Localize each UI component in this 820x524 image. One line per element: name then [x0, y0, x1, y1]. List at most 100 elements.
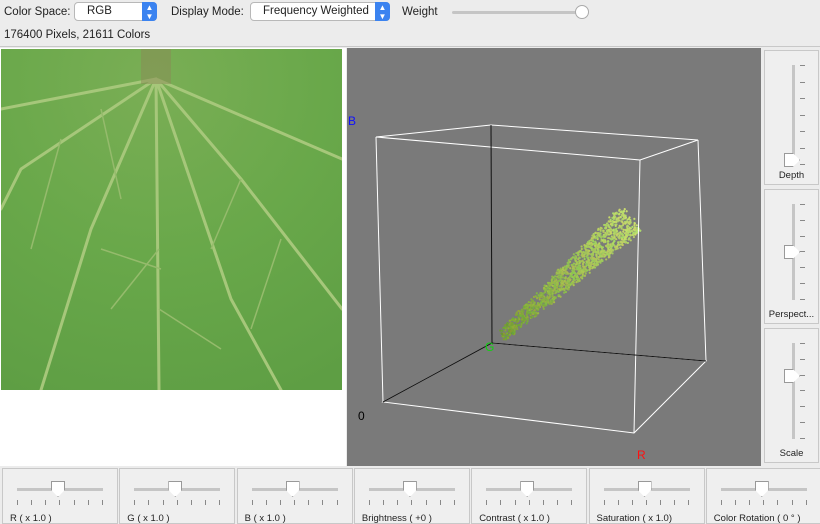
color-point — [542, 292, 545, 295]
color-point — [588, 242, 591, 245]
depth-slider-thumb[interactable] — [784, 153, 800, 167]
slider-ticks — [17, 500, 103, 505]
color-point — [633, 217, 636, 220]
color-point — [528, 312, 532, 315]
color-point — [628, 222, 631, 226]
color-cloud-plot[interactable]: B G R 0 — [347, 48, 761, 466]
perspective-slider-panel: Perspect... — [764, 189, 819, 324]
color-point — [569, 278, 572, 281]
color-point — [502, 335, 505, 338]
color-point — [611, 237, 614, 240]
contrast-slider-panel: Contrast ( x 1.0 ) — [471, 468, 588, 524]
weight-slider-knob[interactable] — [575, 5, 589, 19]
color-point — [599, 226, 603, 230]
color-rotation-slider-thumb[interactable] — [754, 481, 769, 497]
color-point — [530, 300, 534, 303]
color-point — [560, 283, 563, 287]
color-point — [607, 243, 610, 246]
color-point — [506, 336, 510, 340]
color-point — [571, 281, 574, 285]
b-slider-thumb[interactable] — [285, 481, 300, 497]
scale-slider-thumb[interactable] — [784, 369, 800, 383]
depth-slider[interactable] — [792, 65, 795, 165]
color-point — [563, 288, 566, 292]
color-point — [594, 231, 597, 234]
g-slider-thumb[interactable] — [168, 481, 183, 497]
color-point — [561, 288, 564, 291]
color-point — [622, 218, 625, 221]
color-point — [617, 241, 620, 245]
color-point — [583, 257, 586, 261]
color-point — [563, 279, 566, 283]
color-point — [603, 249, 606, 252]
color-point — [605, 258, 608, 261]
color-point — [593, 264, 596, 267]
color-point — [542, 307, 545, 310]
color-point — [622, 209, 626, 213]
color-point — [607, 220, 610, 223]
color-point — [514, 326, 517, 329]
color-point — [625, 234, 628, 237]
color-point — [527, 311, 530, 314]
color-point — [598, 234, 601, 237]
color-point — [545, 289, 548, 292]
color-point — [588, 271, 591, 274]
color-point — [615, 223, 618, 226]
brightness-slider-panel: Brightness ( +0 ) — [353, 468, 470, 524]
color-point — [632, 232, 635, 235]
color-point — [577, 272, 581, 275]
color-point — [571, 256, 575, 259]
weight-label: Weight — [402, 6, 438, 18]
color-point — [621, 243, 624, 247]
color-point — [545, 302, 548, 305]
color-point — [518, 318, 521, 321]
color-point — [597, 249, 600, 252]
color-point — [575, 273, 578, 276]
color-space-select[interactable]: RGB ▲ ▼ — [74, 2, 157, 21]
g-slider-panel: G ( x 1.0 ) — [119, 468, 236, 524]
color-point — [624, 216, 628, 219]
color-point — [565, 283, 568, 287]
color-point — [609, 243, 612, 246]
color-point — [601, 252, 604, 255]
pixel-color-count: 176400 Pixels, 21611 Colors — [4, 29, 151, 41]
scale-label: Scale — [779, 448, 804, 459]
color-point — [578, 264, 581, 267]
brightness-slider-thumb[interactable] — [402, 481, 417, 497]
slider-ticks — [720, 500, 807, 505]
color-point — [606, 253, 609, 256]
color-point — [554, 296, 557, 300]
saturation-slider-thumb[interactable] — [637, 481, 652, 497]
color-point — [550, 278, 554, 281]
color-point — [583, 265, 586, 268]
color-point — [577, 253, 580, 256]
color-point — [566, 287, 569, 290]
weight-slider[interactable] — [452, 11, 582, 14]
color-point — [550, 282, 553, 285]
contrast-slider-thumb[interactable] — [520, 481, 535, 497]
color-point — [524, 303, 527, 306]
perspective-slider-thumb[interactable] — [784, 245, 800, 259]
color-point — [619, 243, 622, 246]
color-point — [562, 283, 566, 286]
color-point — [602, 230, 605, 233]
color-point — [629, 234, 632, 237]
color-point — [622, 228, 625, 231]
color-point — [619, 231, 622, 234]
color-point — [633, 227, 637, 231]
r-slider-thumb[interactable] — [51, 481, 65, 497]
color-point — [581, 273, 584, 276]
color-point — [548, 294, 552, 297]
color-point — [607, 233, 611, 236]
color-point — [546, 287, 549, 290]
color-point — [611, 252, 614, 255]
color-point — [581, 254, 585, 257]
scale-slider[interactable] — [792, 343, 795, 439]
saturation-slider-panel: Saturation ( x 1.0) — [588, 468, 705, 524]
color-point — [627, 238, 630, 241]
color-point — [631, 230, 634, 233]
color-point — [545, 298, 548, 301]
display-mode-select[interactable]: Frequency Weighted ▲ ▼ — [250, 2, 390, 21]
color-point — [611, 244, 614, 247]
color-point — [504, 329, 507, 332]
